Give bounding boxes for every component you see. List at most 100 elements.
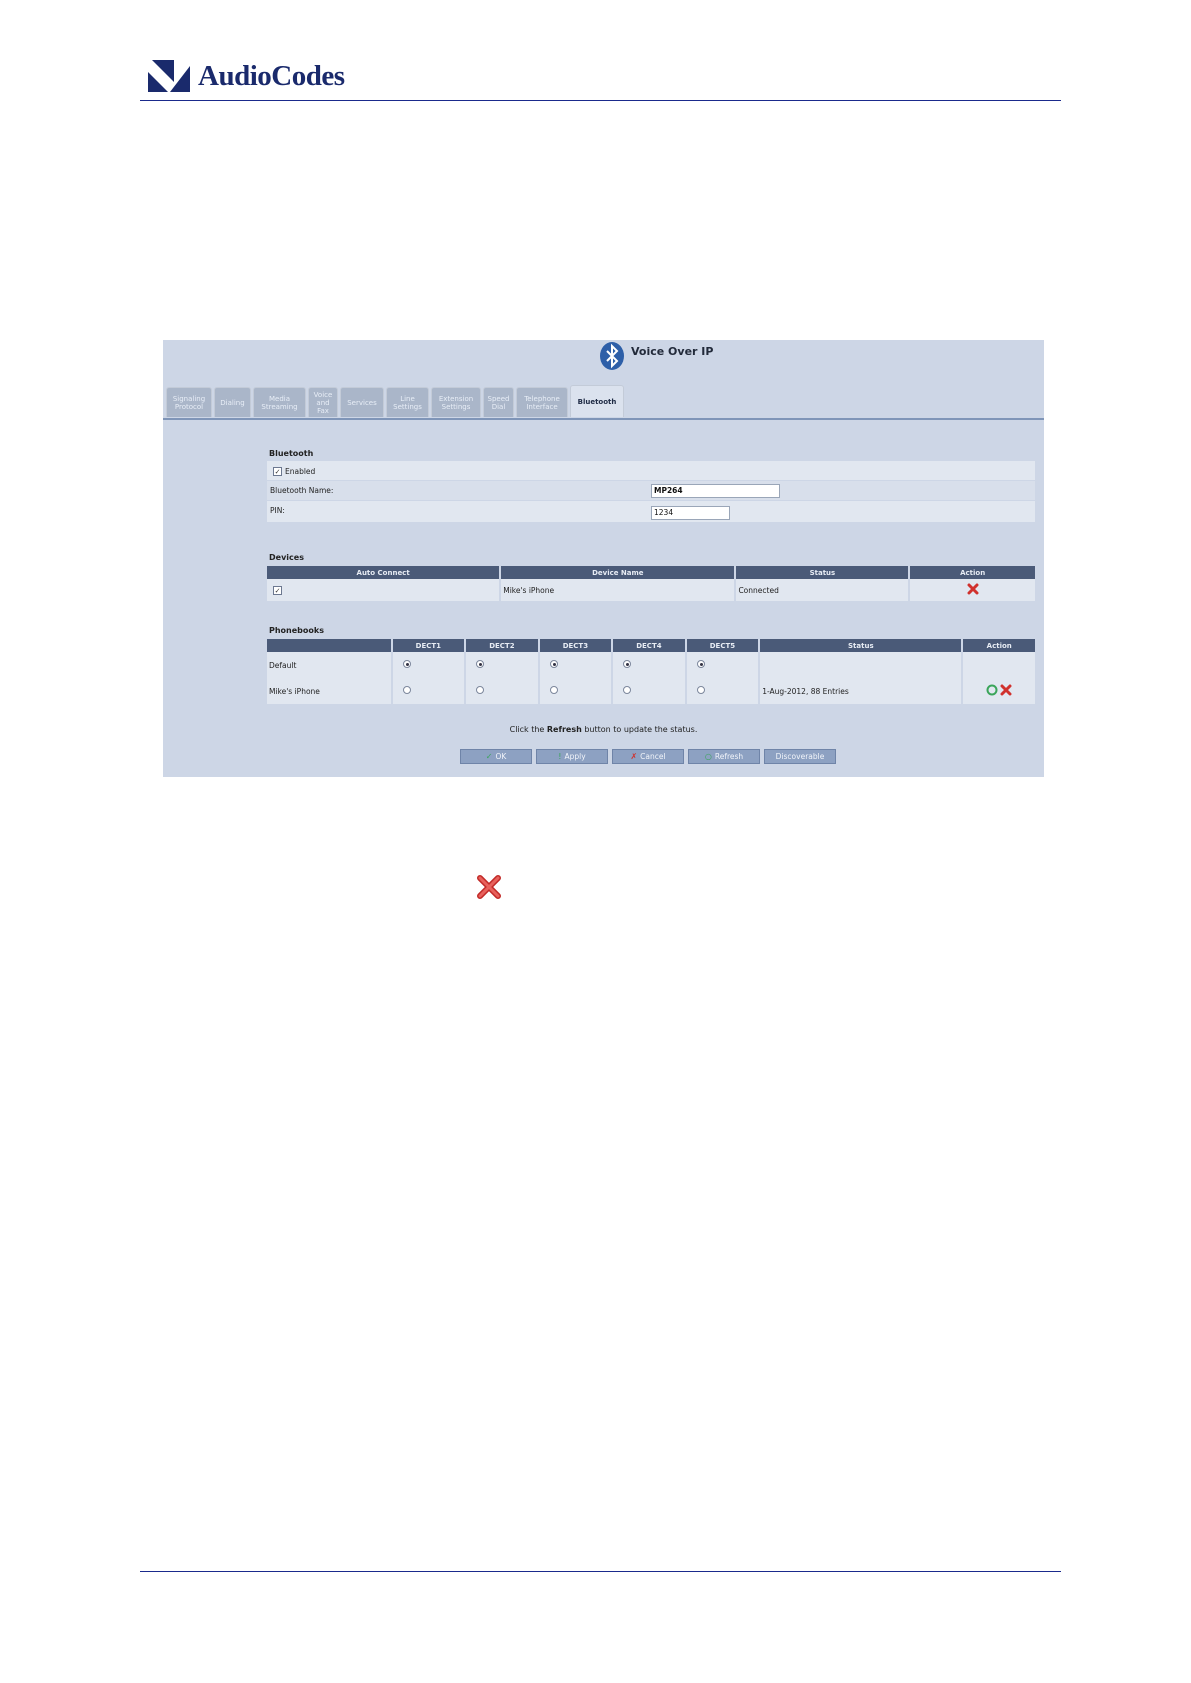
apply-icon: !: [558, 752, 562, 761]
device-action-cell: [910, 579, 1035, 601]
dect5-radio[interactable]: [696, 686, 705, 694]
bluetooth-name-input[interactable]: MP264: [651, 484, 780, 498]
note-suffix: button to update the status.: [581, 725, 698, 734]
refresh-icon: ○: [704, 752, 712, 761]
cancel-label: Cancel: [640, 752, 666, 761]
title-bar: Voice Over IP: [163, 340, 1044, 388]
delete-icon[interactable]: [967, 583, 979, 595]
phonebooks-header-dect4: DECT4: [613, 639, 685, 652]
tab-line-settings[interactable]: Line Settings: [386, 387, 429, 417]
dect-cell: [613, 678, 685, 704]
dect1-radio[interactable]: [402, 660, 411, 668]
enabled-label: Enabled: [285, 467, 316, 476]
note-prefix: Click the: [509, 725, 547, 734]
dect4-radio[interactable]: [623, 686, 632, 694]
dect-cell: [392, 652, 465, 678]
tab-extension-settings[interactable]: Extension Settings: [431, 387, 481, 417]
tab-speed-dial[interactable]: Speed Dial: [483, 387, 514, 417]
dect4-radio[interactable]: [623, 660, 632, 668]
discoverable-label: Discoverable: [775, 752, 825, 761]
tab-underline: [163, 418, 1044, 420]
devices-header-action: Action: [910, 566, 1035, 579]
dect-cell: [539, 678, 612, 704]
tab-services[interactable]: Services: [340, 387, 384, 417]
apply-button[interactable]: ! Apply: [536, 749, 608, 764]
phonebooks-section-title: Phonebooks: [269, 626, 324, 635]
tab-voice-and-fax[interactable]: Voice and Fax: [308, 387, 338, 417]
enabled-row: ✓ Enabled: [267, 461, 1035, 481]
dect5-radio[interactable]: [696, 660, 705, 668]
auto-connect-checkbox[interactable]: ✓: [273, 585, 282, 595]
dect-cell: [686, 678, 759, 704]
page-title: Voice Over IP: [631, 345, 714, 358]
delete-icon: [477, 875, 501, 899]
dect-cell: [466, 652, 538, 678]
dect2-radio[interactable]: [476, 686, 485, 694]
phonebooks-header-action: Action: [963, 639, 1035, 652]
refresh-label: Refresh: [714, 752, 744, 761]
devices-header-auto-connect: Auto Connect: [267, 566, 500, 579]
tab-bluetooth[interactable]: Bluetooth: [570, 385, 624, 417]
dect-cell: [613, 652, 685, 678]
devices-section-title: Devices: [269, 553, 304, 562]
bluetooth-section-title: Bluetooth: [269, 449, 314, 458]
tab-media-streaming[interactable]: Media Streaming: [253, 387, 306, 417]
phonebook-status-cell: 1-Aug-2012, 88 Entries: [760, 678, 962, 704]
table-row: Default: [267, 652, 1035, 678]
dect3-radio[interactable]: [549, 660, 558, 668]
cancel-button[interactable]: ✗ Cancel: [612, 749, 684, 764]
pin-row: PIN: 1234: [267, 501, 1035, 523]
refresh-icon[interactable]: [986, 684, 998, 696]
dect-cell: [466, 678, 538, 704]
devices-table: Auto Connect Device Name Status Action ✓…: [265, 566, 1037, 601]
ok-button[interactable]: ✓ OK: [460, 749, 532, 764]
tab-bar: Signaling Protocol Dialing Media Streami…: [166, 385, 626, 417]
bluetooth-icon: [600, 342, 624, 370]
delete-icon[interactable]: [1000, 684, 1012, 696]
bluetooth-name-label: Bluetooth Name:: [270, 486, 334, 495]
dect1-radio[interactable]: [402, 686, 411, 694]
pin-label: PIN:: [270, 506, 285, 515]
tab-dialing[interactable]: Dialing: [214, 387, 251, 417]
phonebook-name-cell: Mike's iPhone: [267, 678, 391, 704]
dect2-radio[interactable]: [476, 660, 485, 668]
device-status-cell: Connected: [736, 579, 909, 601]
dect3-radio[interactable]: [549, 686, 558, 694]
tab-telephone-interface[interactable]: Telephone Interface: [516, 387, 568, 417]
tab-signaling-protocol[interactable]: Signaling Protocol: [166, 387, 212, 417]
cancel-icon: ✗: [630, 752, 638, 761]
apply-label: Apply: [564, 752, 586, 761]
voip-bluetooth-screenshot: Voice Over IP Signaling Protocol Dialing…: [163, 340, 1044, 777]
phonebooks-header-dect2: DECT2: [466, 639, 538, 652]
phonebooks-header-dect1: DECT1: [392, 639, 465, 652]
phonebooks-header-dect3: DECT3: [539, 639, 612, 652]
phonebook-action-cell: [963, 678, 1035, 704]
brand-name: AudioCodes: [198, 59, 345, 92]
pin-input[interactable]: 1234: [651, 506, 730, 520]
phonebooks-table: DECT1 DECT2 DECT3 DECT4 DECT5 Status Act…: [265, 639, 1037, 704]
dect-cell: [686, 652, 759, 678]
dect-cell: [539, 652, 612, 678]
refresh-button[interactable]: ○ Refresh: [688, 749, 760, 764]
footer-rule: [140, 1571, 1061, 1572]
phonebooks-header-name: [267, 639, 391, 652]
enabled-checkbox[interactable]: ✓: [273, 467, 282, 476]
audiocodes-logo-mark-icon: [148, 60, 190, 92]
phonebooks-header-status: Status: [760, 639, 962, 652]
note-bold: Refresh: [546, 725, 582, 734]
button-bar: ✓ OK ! Apply ✗ Cancel ○ Refresh Discoverable: [460, 749, 840, 764]
auto-connect-cell: ✓: [267, 579, 500, 601]
devices-header-device-name: Device Name: [501, 566, 735, 579]
refresh-note: Click the Refresh button to update the s…: [163, 725, 1044, 734]
device-name-cell: Mike's iPhone: [501, 579, 735, 601]
ok-label: OK: [495, 752, 507, 761]
phonebook-status-cell: [760, 652, 962, 678]
table-row: ✓ Mike's iPhone Connected: [267, 579, 1035, 601]
discoverable-button[interactable]: Discoverable: [764, 749, 836, 764]
check-icon: ✓: [485, 752, 493, 761]
dect-cell: [392, 678, 465, 704]
audiocodes-logo: AudioCodes: [146, 56, 345, 96]
table-row: Mike's iPhone 1-Aug-2012, 88 Entries: [267, 678, 1035, 704]
phonebook-action-cell: [963, 652, 1035, 678]
bluetooth-name-row: Bluetooth Name: MP264: [267, 481, 1035, 501]
